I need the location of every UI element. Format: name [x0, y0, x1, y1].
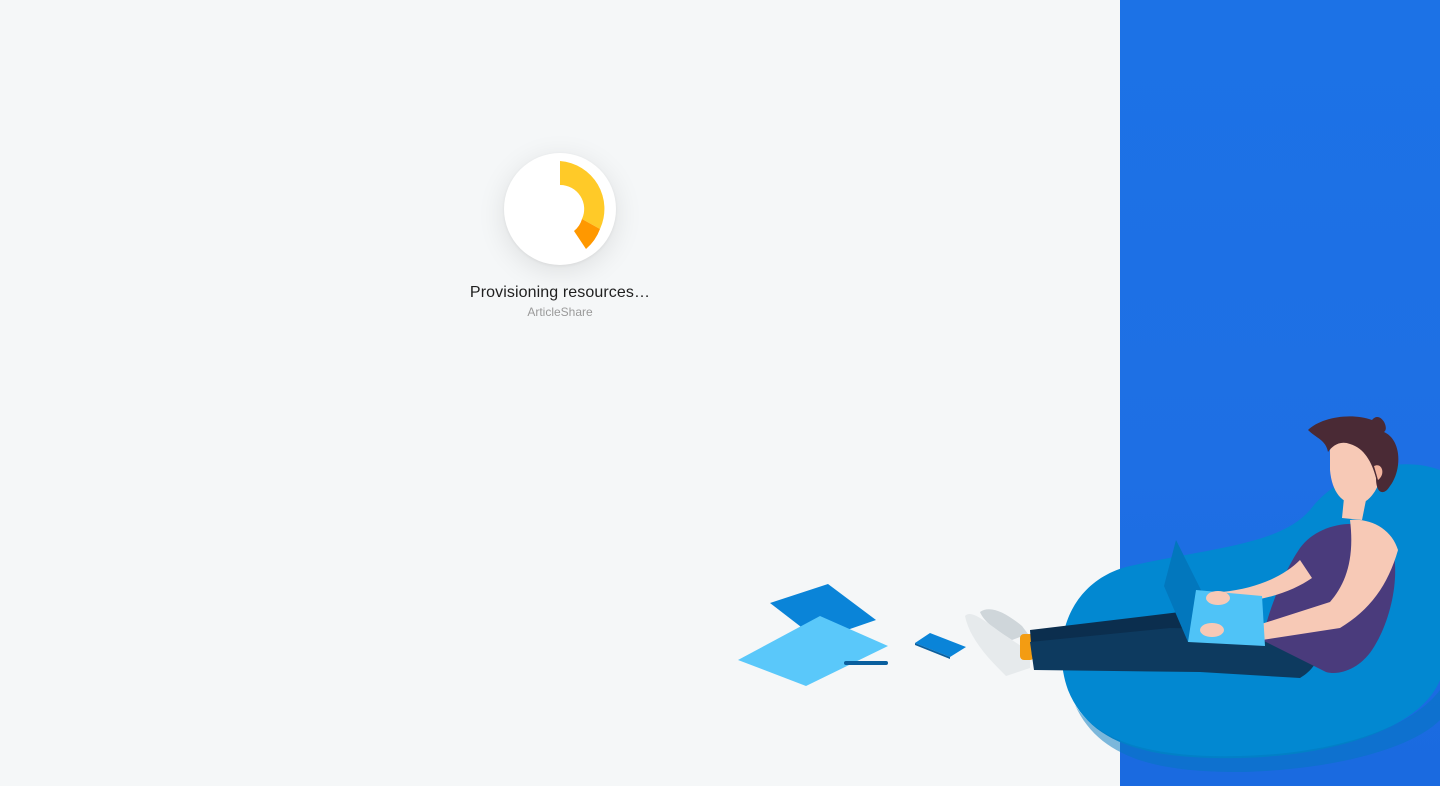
paper-light: [738, 616, 888, 686]
hand-upper: [1206, 591, 1230, 605]
pen: [844, 661, 888, 665]
hand-lower: [1200, 623, 1224, 637]
loading-screen: Provisioning resources… ArticleShare: [0, 0, 1440, 786]
person-on-beanbag-illustration: [738, 416, 1440, 772]
